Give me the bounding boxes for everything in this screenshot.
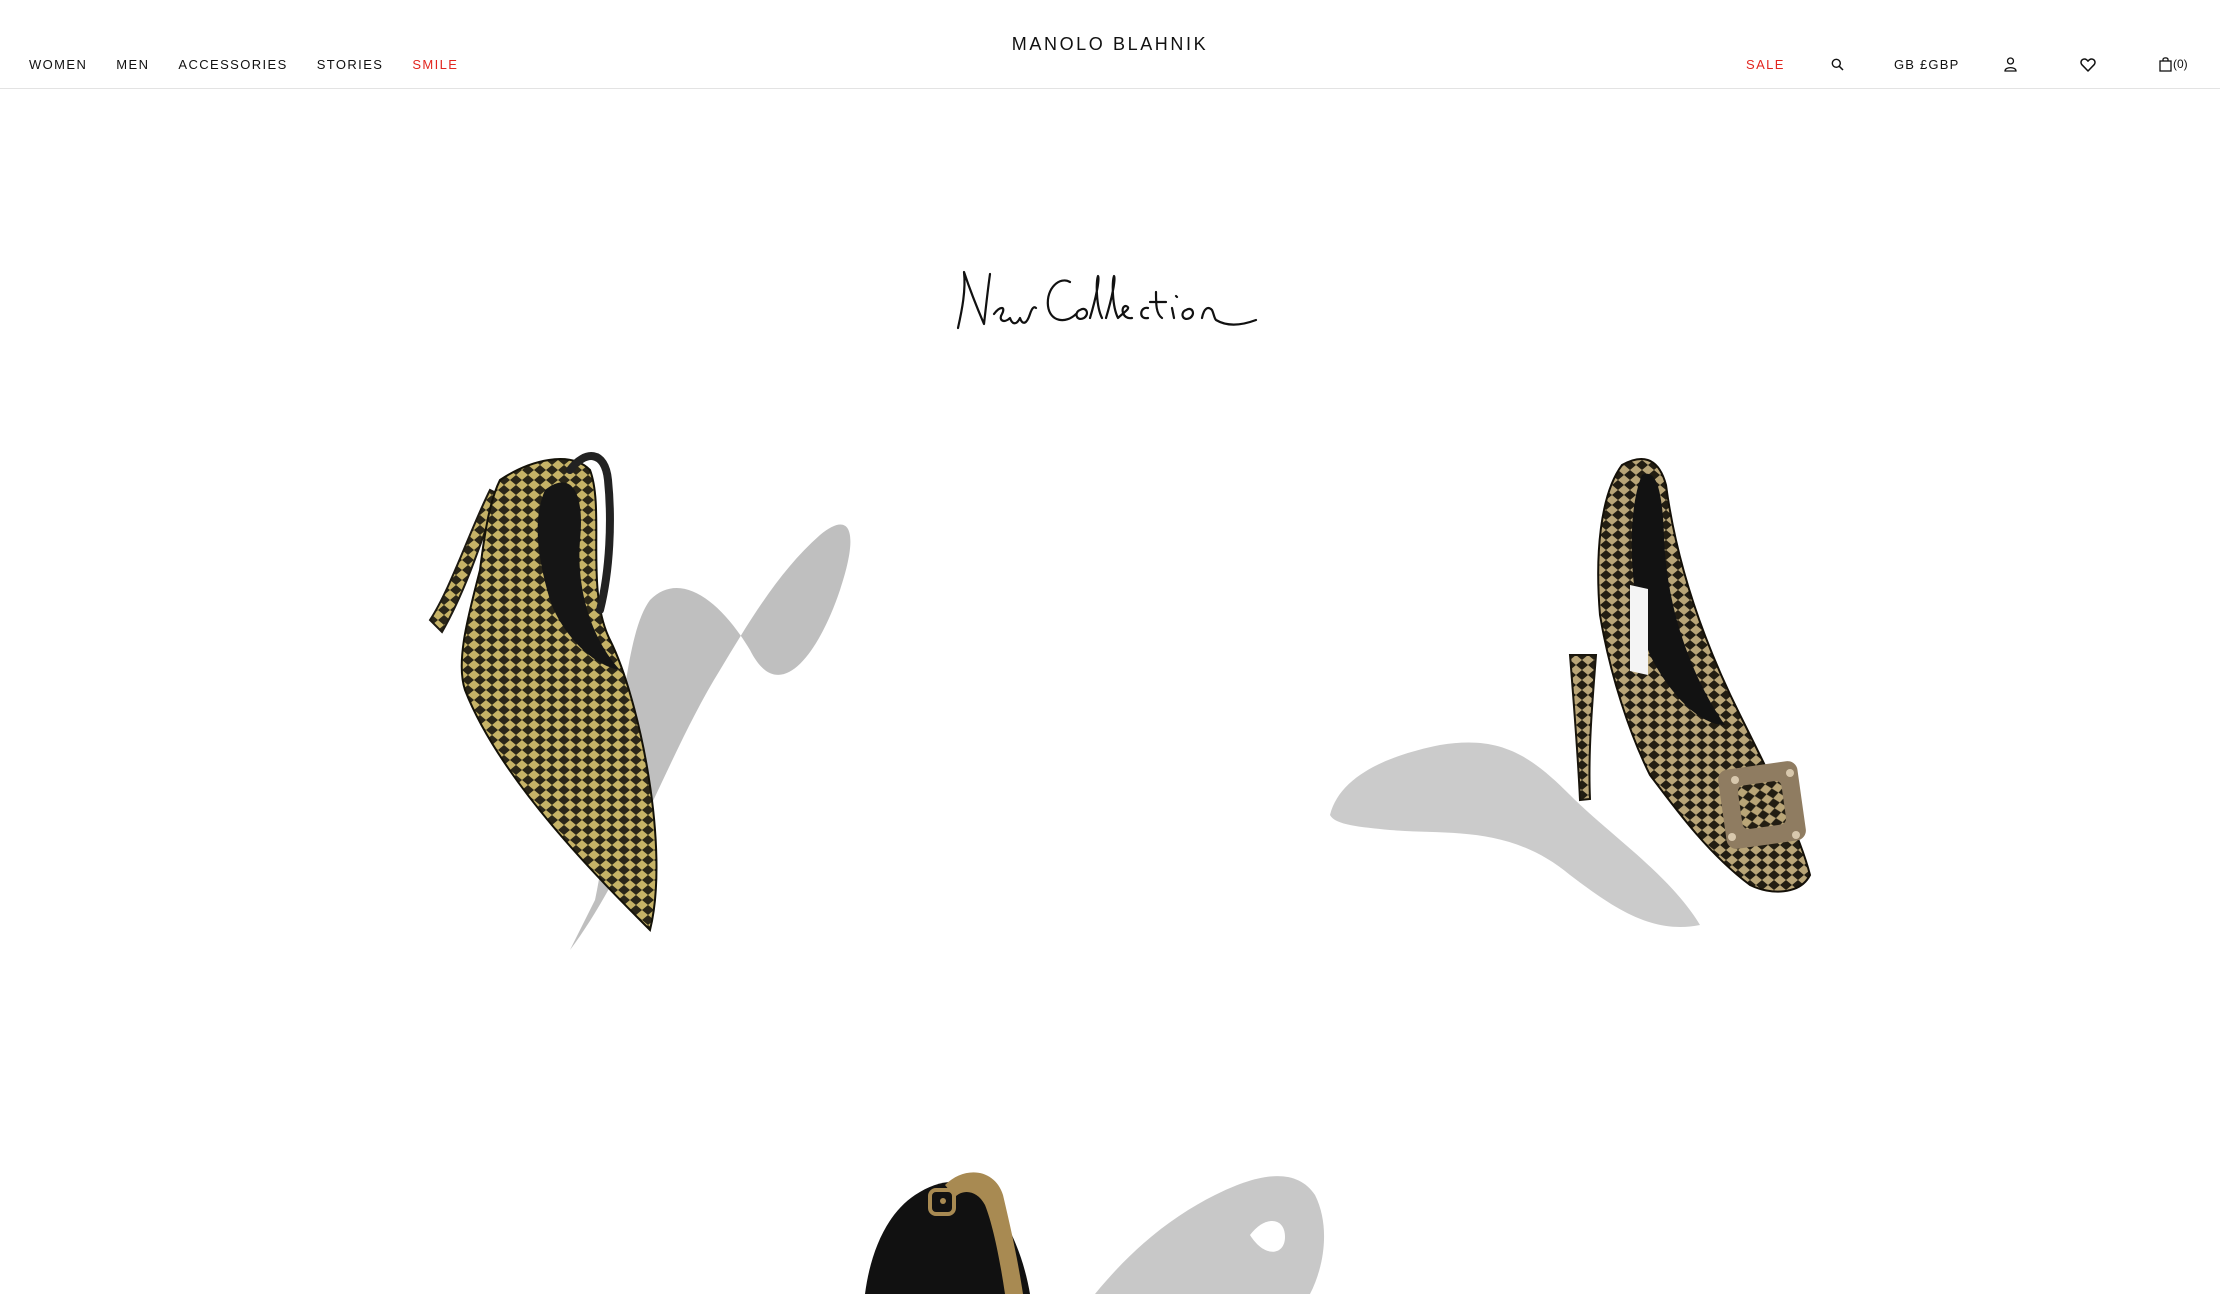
product-image-ankle-strap-sandal[interactable] [855,1155,1365,1294]
wishlist-button[interactable] [2080,58,2096,72]
search-icon [1831,58,1844,71]
new-collection-headline [956,270,1258,330]
site-header: MANOLO BLAHNIK WOMEN MEN ACCESSORIES STO… [0,0,2220,89]
wishlist-heart-icon [2080,58,2096,72]
brand-logo-link[interactable]: MANOLO BLAHNIK [1012,34,1208,54]
account-button[interactable] [2004,57,2017,72]
currency-selector[interactable]: GB £GBP [1894,57,1959,72]
utility-nav: SALE GB £GBP (0) [0,57,2220,77]
product-image-buckle-pump[interactable] [1330,455,1860,940]
shopping-bag-icon [2159,57,2172,72]
account-icon [2004,57,2017,72]
sale-link[interactable]: SALE [1746,57,1785,72]
search-button[interactable] [1831,58,1844,71]
product-image-slingback-pump[interactable] [420,450,860,950]
shopping-bag-button[interactable]: (0) [2159,56,2188,72]
brand-logo: MANOLO BLAHNIK [0,34,2220,55]
bag-count: (0) [2173,57,2188,71]
